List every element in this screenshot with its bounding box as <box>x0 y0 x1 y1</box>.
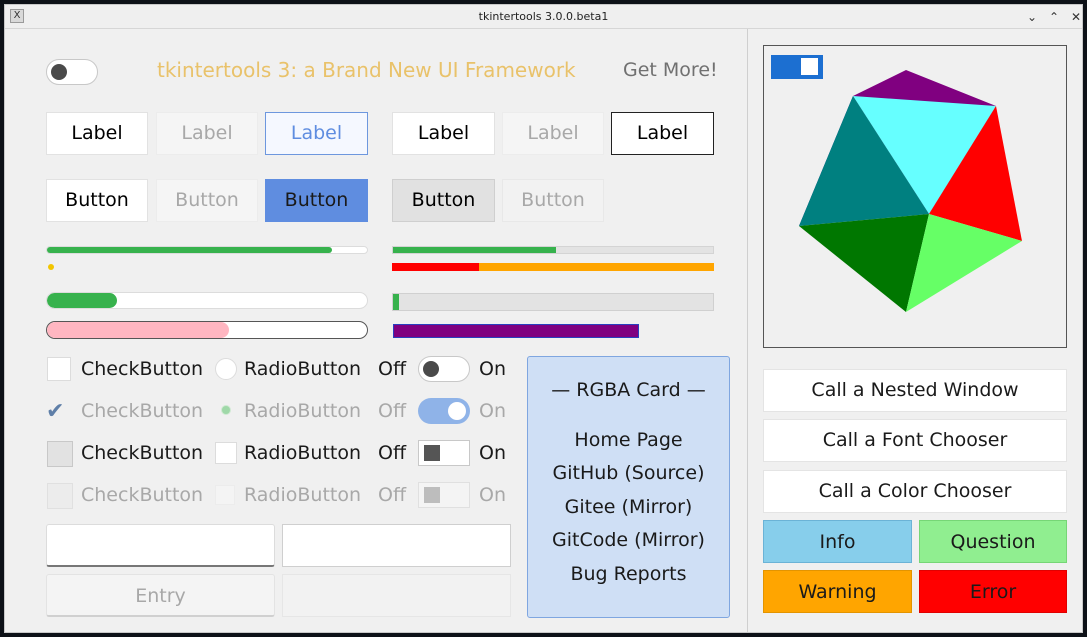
switch-2-knob <box>448 402 466 420</box>
switch-3[interactable] <box>418 440 470 466</box>
progress-bar-5-fill <box>47 322 230 338</box>
panel-divider <box>747 29 748 632</box>
card-link-home[interactable]: Home Page <box>528 429 729 451</box>
checkbutton-3-box[interactable] <box>47 441 73 467</box>
progress-bar-2 <box>392 246 714 254</box>
radiobutton-1[interactable] <box>215 358 237 380</box>
warning-button[interactable]: Warning <box>763 570 912 613</box>
radiobutton-4[interactable] <box>215 485 235 505</box>
switch-4[interactable] <box>418 482 470 508</box>
switch-1-off-label: Off <box>378 358 407 380</box>
button-normal[interactable]: Button <box>46 179 148 222</box>
switch-4-off-label: Off <box>378 484 407 506</box>
card-link-gitcode[interactable]: GitCode (Mirror) <box>528 529 729 551</box>
progress-bar-3-fill <box>392 263 479 271</box>
radiobutton-2-label: RadioButton <box>244 400 362 422</box>
radiobutton-4-label: RadioButton <box>244 484 362 506</box>
progress-bar-6-fill <box>393 294 400 310</box>
card-link-github[interactable]: GitHub (Source) <box>528 462 729 484</box>
checkbutton-1-box[interactable] <box>47 357 71 381</box>
switch-4-on-label: On <box>479 484 506 506</box>
card-link-bug-reports[interactable]: Bug Reports <box>528 563 729 585</box>
radiobutton-2[interactable] <box>221 405 231 415</box>
card-title: — RGBA Card — <box>551 379 706 401</box>
close-icon[interactable]: ✕ <box>1067 8 1082 26</box>
label-light-disabled: Label <box>502 112 604 155</box>
font-chooser-button[interactable]: Call a Font Chooser <box>763 419 1067 462</box>
progress-bar-5 <box>46 321 368 339</box>
label-disabled: Label <box>156 112 258 155</box>
get-more-link[interactable]: Get More! <box>623 59 718 81</box>
switch-3-knob <box>424 445 440 461</box>
progress-bar-4-fill <box>47 293 118 308</box>
radiobutton-1-label: RadioButton <box>244 358 362 380</box>
progress-bar-1 <box>46 246 368 254</box>
checkbutton-1-label: CheckButton <box>81 358 204 380</box>
entry-3-disabled[interactable]: Entry <box>46 574 275 617</box>
title-bar: X tkintertools 3.0.0.beta1 ⌄ ⌃ ✕ <box>5 5 1082 29</box>
progress-bar-4 <box>46 292 368 309</box>
progress-bar-1-fill <box>47 247 332 253</box>
question-button[interactable]: Question <box>919 520 1067 563</box>
window-title: tkintertools 3.0.0.beta1 <box>478 10 609 23</box>
radiobutton-3-label: RadioButton <box>244 442 362 464</box>
label-hover: Label <box>265 112 368 155</box>
switch-1[interactable] <box>418 356 470 382</box>
label-bordered: Label <box>611 112 714 155</box>
progress-bar-7-fill <box>394 325 638 337</box>
progress-bar-2-fill <box>393 247 557 253</box>
progress-bar-7 <box>393 324 639 338</box>
button-active[interactable]: Button <box>265 179 368 222</box>
label-normal: Label <box>46 112 148 155</box>
checkbutton-4-label: CheckButton <box>81 484 204 506</box>
switch-3-on-label: On <box>479 442 506 464</box>
headline: tkintertools 3: a Brand New UI Framework <box>157 58 576 82</box>
toggle-knob <box>51 64 67 80</box>
nested-window-button[interactable]: Call a Nested Window <box>763 369 1067 412</box>
checkmark-icon[interactable]: ✔ <box>46 399 72 425</box>
button-light-disabled[interactable]: Button <box>502 179 604 222</box>
checkbutton-4-box[interactable] <box>47 483 73 509</box>
switch-3-off-label: Off <box>378 442 407 464</box>
radiobutton-3[interactable] <box>215 442 237 464</box>
progress-bar-6 <box>392 293 714 311</box>
entry-1[interactable] <box>46 524 275 567</box>
checkbutton-3-label: CheckButton <box>81 442 204 464</box>
progress-dot <box>48 264 54 270</box>
info-button[interactable]: Info <box>763 520 912 563</box>
error-button[interactable]: Error <box>919 570 1067 613</box>
app-window: X tkintertools 3.0.0.beta1 ⌄ ⌃ ✕ tkinter… <box>4 4 1083 633</box>
switch-2-off-label: Off <box>378 400 407 422</box>
color-chooser-button[interactable]: Call a Color Chooser <box>763 470 1067 513</box>
button-disabled[interactable]: Button <box>156 179 258 222</box>
label-light: Label <box>392 112 495 155</box>
entry-4-disabled[interactable] <box>282 574 511 617</box>
switch-2[interactable] <box>418 398 470 424</box>
checkbutton-2-label: CheckButton <box>81 400 204 422</box>
switch-1-on-label: On <box>479 358 506 380</box>
switch-1-knob <box>423 361 439 377</box>
switch-4-knob <box>424 487 440 503</box>
icosahedron-figure <box>799 70 1022 312</box>
card-link-gitee[interactable]: Gitee (Mirror) <box>528 496 729 518</box>
entry-2[interactable] <box>282 524 511 567</box>
maximize-icon[interactable]: ⌃ <box>1045 8 1063 26</box>
3d-canvas[interactable] <box>763 45 1067 348</box>
switch-2-on-label: On <box>479 400 506 422</box>
rgba-card: — RGBA Card — Home Page GitHub (Source) … <box>527 356 730 618</box>
minimize-icon[interactable]: ⌄ <box>1023 8 1041 26</box>
progress-bar-3 <box>392 263 714 271</box>
header-toggle-switch[interactable] <box>46 59 98 85</box>
button-pressed[interactable]: Button <box>392 179 495 222</box>
